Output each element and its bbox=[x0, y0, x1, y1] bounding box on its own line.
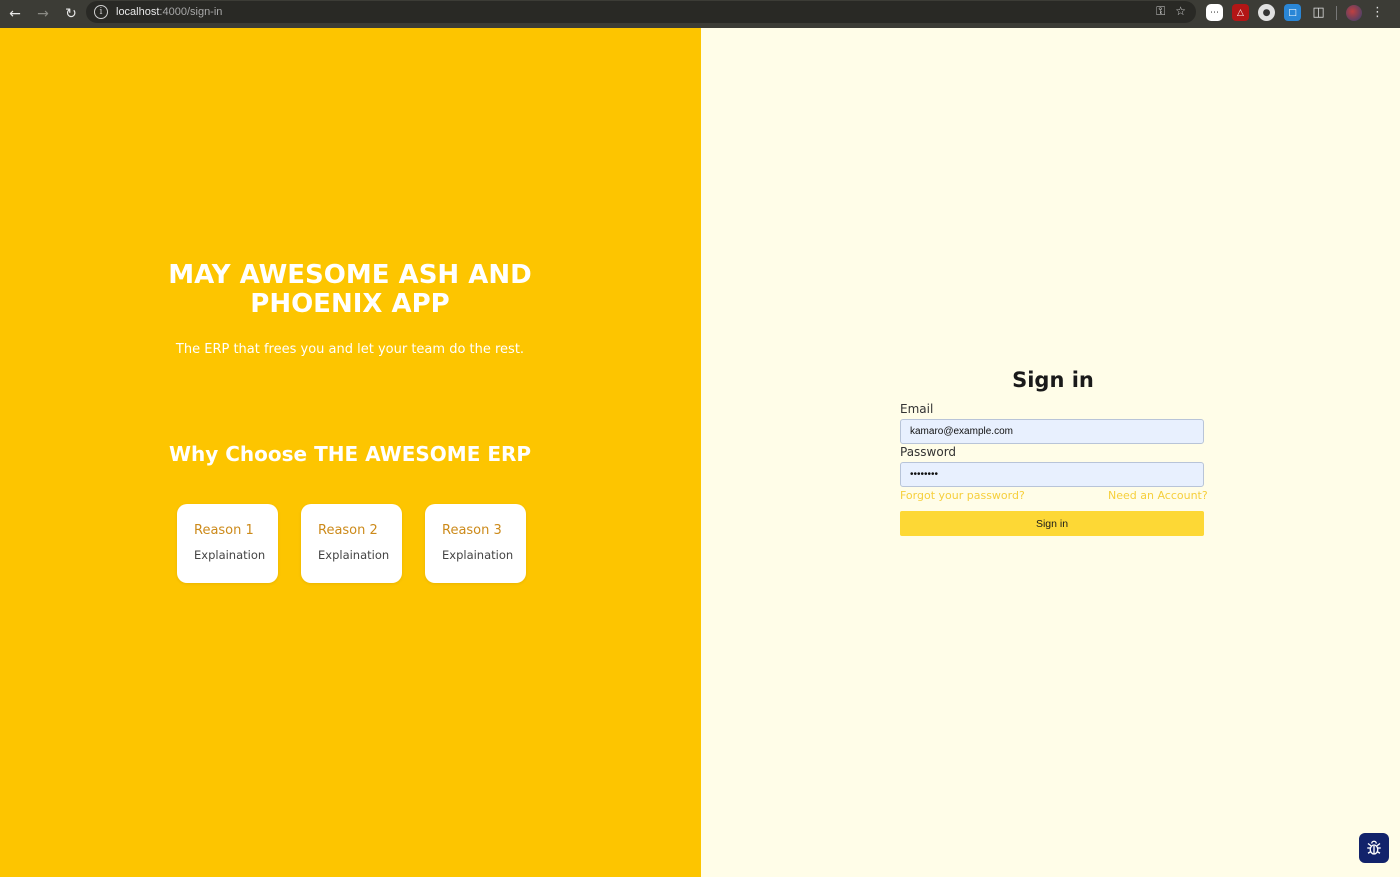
reasons-list: Reason 1 Explaination Reason 2 Explainat… bbox=[177, 504, 526, 583]
url-text[interactable]: localhost:4000/sign-in bbox=[116, 6, 222, 18]
reason-title: Reason 2 bbox=[318, 523, 378, 538]
star-icon[interactable]: ☆ bbox=[1175, 4, 1186, 19]
extensions-bar: ⋯ △ ● □ ◫ ⋮ bbox=[1206, 4, 1384, 21]
bug-icon bbox=[1367, 840, 1381, 855]
forward-arrow-icon[interactable]: → bbox=[30, 3, 56, 25]
pdf-extension-icon[interactable]: △ bbox=[1232, 4, 1249, 21]
puzzle-icon[interactable]: ◫ bbox=[1310, 4, 1327, 21]
reload-icon[interactable]: ↻ bbox=[58, 3, 84, 25]
sign-in-panel: Sign in Email kamaro@example.com Passwor… bbox=[701, 28, 1400, 877]
toolbar-divider bbox=[1336, 5, 1337, 20]
reason-text: Explaination bbox=[442, 548, 514, 562]
hero-title: MAY AWESOME ASH AND PHOENIX APP bbox=[168, 260, 532, 319]
forgot-password-link[interactable]: Forgot your password? bbox=[900, 489, 1025, 502]
reason-card: Reason 3 Explaination bbox=[425, 504, 526, 583]
debug-toggle-button[interactable] bbox=[1359, 833, 1389, 863]
password-label: Password bbox=[900, 445, 957, 459]
browser-toolbar: ← → ↻ i localhost:4000/sign-in ⚿ ☆ ⋯ △ ●… bbox=[0, 0, 1400, 28]
extension-circle-icon[interactable]: ● bbox=[1258, 4, 1275, 21]
reason-title: Reason 3 bbox=[442, 523, 502, 538]
menu-dots-icon[interactable]: ⋮ bbox=[1371, 5, 1384, 20]
reason-card: Reason 2 Explaination bbox=[301, 504, 402, 583]
address-bar[interactable]: i localhost:4000/sign-in ⚿ ☆ bbox=[86, 1, 1196, 23]
reason-text: Explaination bbox=[318, 548, 390, 562]
why-choose-heading: Why Choose THE AWESOME ERP bbox=[168, 442, 532, 466]
extension-dots-icon[interactable]: ⋯ bbox=[1206, 4, 1223, 21]
profile-avatar[interactable] bbox=[1346, 4, 1362, 21]
back-arrow-icon[interactable]: ← bbox=[2, 3, 28, 25]
password-field[interactable]: •••••••• bbox=[900, 462, 1204, 487]
hero-panel: MAY AWESOME ASH AND PHOENIX APP The ERP … bbox=[0, 28, 701, 877]
email-field[interactable]: kamaro@example.com bbox=[900, 419, 1204, 444]
reason-card: Reason 1 Explaination bbox=[177, 504, 278, 583]
key-icon[interactable]: ⚿ bbox=[1156, 4, 1165, 19]
sign-in-title: Sign in bbox=[1012, 368, 1094, 392]
sign-in-button[interactable]: Sign in bbox=[900, 511, 1204, 536]
email-label: Email bbox=[900, 402, 934, 416]
register-link[interactable]: Need an Account? bbox=[1108, 489, 1208, 502]
reason-title: Reason 1 bbox=[194, 523, 254, 538]
hero-subtitle: The ERP that frees you and let your team… bbox=[175, 342, 525, 357]
site-info-icon[interactable]: i bbox=[94, 5, 108, 19]
extension-blue-icon[interactable]: □ bbox=[1284, 4, 1301, 21]
reason-text: Explaination bbox=[194, 548, 266, 562]
